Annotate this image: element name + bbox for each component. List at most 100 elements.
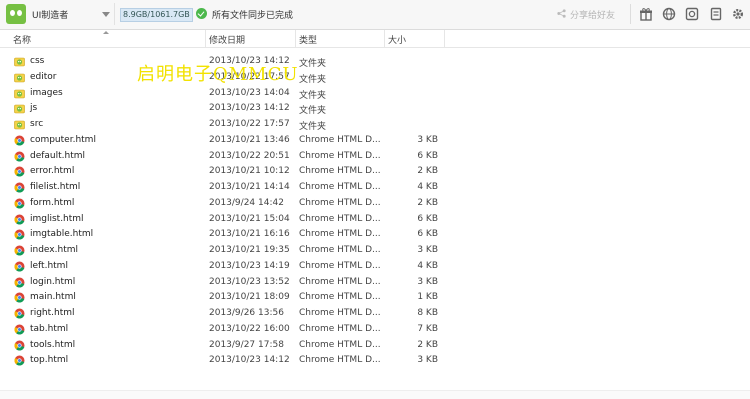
- file-modified-date: 2013/10/23 14:12: [209, 355, 290, 366]
- file-row[interactable]: tab.html 2013/10/22 16:00 Chrome HTML D...…: [0, 322, 750, 338]
- file-type: Chrome HTML D...: [299, 166, 381, 177]
- chrome-file-icon: [14, 135, 25, 146]
- file-name: top.html: [30, 355, 69, 366]
- globe-icon[interactable]: [662, 7, 676, 21]
- file-row[interactable]: filelist.html 2013/10/21 14:14 Chrome HTML…: [0, 180, 750, 196]
- file-row[interactable]: index.html 2013/10/21 19:35 Chrome HTML D.…: [0, 243, 750, 259]
- chrome-file-icon: [14, 261, 25, 272]
- share-button[interactable]: 分享给好友: [570, 8, 615, 21]
- file-size: 4 KB: [417, 260, 438, 271]
- chrome-file-icon: [14, 324, 25, 335]
- file-type: Chrome HTML D...: [299, 229, 381, 240]
- folder-icon: [14, 119, 25, 130]
- file-type: Chrome HTML D...: [299, 323, 381, 334]
- file-modified-date: 2013/10/22 17:57: [209, 119, 290, 129]
- file-row[interactable]: computer.html 2013/10/21 13:46 Chrome HTML…: [0, 133, 750, 149]
- sort-ascending-icon: [103, 31, 109, 34]
- file-size: 7 KB: [417, 323, 438, 334]
- share-icon[interactable]: [557, 9, 566, 18]
- file-name: editor: [30, 71, 57, 82]
- file-modified-date: 2013/10/23 14:19: [209, 260, 290, 271]
- file-row[interactable]: editor 2013/10/22 17:57 文件夹: [0, 70, 750, 86]
- file-name: src: [30, 119, 44, 129]
- file-name: tab.html: [30, 323, 69, 334]
- chrome-file-icon: [14, 198, 25, 209]
- chevron-down-icon[interactable]: [102, 12, 110, 17]
- file-row[interactable]: login.html 2013/10/23 13:52 Chrome HTML D.…: [0, 275, 750, 291]
- file-size: 2 KB: [417, 339, 438, 350]
- file-modified-date: 2013/10/21 18:09: [209, 292, 290, 303]
- column-type[interactable]: 类型: [299, 33, 317, 46]
- file-list-header: 名称 修改日期 类型 大小: [0, 30, 750, 48]
- column-divider[interactable]: [205, 30, 206, 47]
- file-name: computer.html: [30, 134, 96, 145]
- file-type: Chrome HTML D...: [299, 197, 381, 208]
- archive-icon[interactable]: [709, 7, 723, 21]
- file-size: 3 KB: [417, 134, 438, 145]
- chrome-file-icon: [14, 355, 25, 366]
- file-modified-date: 2013/10/22 20:51: [209, 150, 290, 161]
- file-row[interactable]: right.html 2013/9/26 13:56 Chrome HTML D..…: [0, 306, 750, 322]
- file-row[interactable]: tools.html 2013/9/27 17:58 Chrome HTML D..…: [0, 338, 750, 354]
- file-size: 6 KB: [417, 150, 438, 161]
- column-size[interactable]: 大小: [388, 33, 406, 46]
- file-size: 3 KB: [417, 355, 438, 366]
- folder-icon: [14, 103, 25, 114]
- file-type: Chrome HTML D...: [299, 292, 381, 303]
- file-modified-date: 2013/10/22 16:00: [209, 323, 290, 334]
- folder-icon: [14, 72, 25, 83]
- file-type: Chrome HTML D...: [299, 339, 381, 350]
- gear-icon[interactable]: [731, 7, 745, 21]
- column-divider[interactable]: [295, 30, 296, 47]
- column-divider[interactable]: [444, 30, 445, 47]
- file-modified-date: 2013/10/21 13:46: [209, 134, 290, 145]
- file-row[interactable]: form.html 2013/9/24 14:42 Chrome HTML D...…: [0, 196, 750, 212]
- chrome-file-icon: [14, 277, 25, 288]
- file-list: css 2013/10/23 14:12 文件夹 editor 2013/10/22 1…: [0, 54, 750, 369]
- file-modified-date: 2013/9/24 14:42: [209, 197, 284, 208]
- file-name: index.html: [30, 245, 78, 255]
- chrome-file-icon: [14, 245, 25, 256]
- chrome-file-icon: [14, 229, 25, 240]
- file-name: error.html: [30, 166, 75, 177]
- file-type: Chrome HTML D...: [299, 260, 381, 271]
- file-name: tools.html: [30, 339, 76, 350]
- chrome-file-icon: [14, 214, 25, 225]
- file-type: Chrome HTML D...: [299, 213, 381, 224]
- chrome-file-icon: [14, 308, 25, 319]
- file-modified-date: 2013/10/21 16:16: [209, 229, 290, 240]
- file-row[interactable]: imglist.html 2013/10/21 15:04 Chrome HTML …: [0, 212, 750, 228]
- file-row[interactable]: default.html 2013/10/22 20:51 Chrome HTML …: [0, 149, 750, 165]
- file-type: Chrome HTML D...: [299, 150, 381, 161]
- file-row[interactable]: imgtable.html 2013/10/21 16:16 Chrome HTML…: [0, 227, 750, 243]
- column-name[interactable]: 名称: [13, 33, 31, 46]
- file-name: css: [30, 56, 45, 66]
- file-size: 6 KB: [417, 229, 438, 240]
- file-row[interactable]: main.html 2013/10/21 18:09 Chrome HTML D..…: [0, 290, 750, 306]
- chrome-file-icon: [14, 182, 25, 193]
- file-type: 文件夹: [299, 90, 327, 101]
- file-modified-date: 2013/10/21 10:12: [209, 166, 290, 177]
- file-row[interactable]: left.html 2013/10/23 14:19 Chrome HTML D..…: [0, 259, 750, 275]
- file-type: 文件夹: [299, 106, 327, 117]
- column-divider[interactable]: [384, 30, 385, 47]
- file-row[interactable]: top.html 2013/10/23 14:12 Chrome HTML D...…: [0, 353, 750, 369]
- file-row[interactable]: images 2013/10/23 14:04 文件夹: [0, 86, 750, 102]
- file-name: login.html: [30, 276, 76, 287]
- file-row[interactable]: js 2013/10/23 14:12 文件夹: [0, 101, 750, 117]
- file-row[interactable]: css 2013/10/23 14:12 文件夹: [0, 54, 750, 70]
- user-switcher[interactable]: UI制造者: [4, 3, 115, 25]
- file-name: images: [30, 87, 63, 98]
- file-modified-date: 2013/10/21 14:14: [209, 182, 290, 192]
- file-name: filelist.html: [30, 182, 81, 192]
- file-row[interactable]: error.html 2013/10/21 10:12 Chrome HTML D.…: [0, 164, 750, 180]
- watermark: 启明电子QMMCU: [137, 64, 299, 85]
- file-type: Chrome HTML D...: [299, 182, 381, 192]
- sync-status: 所有文件同步已完成: [212, 11, 294, 21]
- file-modified-date: 2013/10/21 15:04: [209, 213, 290, 224]
- screenshot-icon[interactable]: [685, 7, 699, 21]
- column-date[interactable]: 修改日期: [209, 33, 245, 46]
- file-row[interactable]: src 2013/10/22 17:57 文件夹: [0, 117, 750, 133]
- gift-icon[interactable]: [639, 7, 653, 21]
- check-icon: [196, 8, 207, 19]
